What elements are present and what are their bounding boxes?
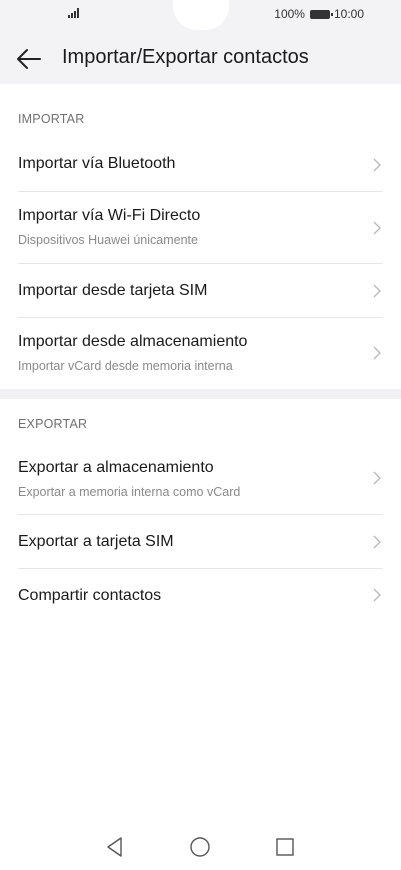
row-export-storage[interactable]: Exportar a almacenamiento Exportar a mem… [0,444,401,515]
app-header: Importar/Exportar contactos [0,34,401,84]
chevron-right-icon [373,588,381,602]
status-right: 100% 10:00 [274,7,364,21]
chevron-right-icon [373,535,381,549]
chevron-right-icon [373,158,381,172]
chevron-right-icon [373,284,381,298]
row-title: Exportar a almacenamiento [18,459,214,476]
row-share-contacts[interactable]: Compartir contactos [0,569,401,623]
clock: 10:00 [333,7,364,21]
row-import-sim[interactable]: Importar desde tarjeta SIM [0,264,401,317]
chevron-right-icon [373,346,381,360]
signal-icon [68,8,82,18]
section-label-importar: IMPORTAR [18,112,85,126]
square-recents-icon[interactable] [274,836,296,858]
status-bar: 100% 10:00 [0,0,401,34]
section-label-exportar: EXPORTAR [18,417,88,431]
row-import-bluetooth[interactable]: Importar vía Bluetooth [0,138,401,192]
page-title: Importar/Exportar contactos [62,46,309,68]
row-title: Importar vía Wi-Fi Directo [18,207,201,224]
chevron-right-icon [373,221,381,235]
row-import-wifi-direct[interactable]: Importar vía Wi-Fi Directo Dispositivos … [0,192,401,263]
chevron-right-icon [373,471,381,485]
row-title: Exportar a tarjeta SIM [18,533,174,550]
triangle-back-icon[interactable] [104,836,126,858]
section-separator [0,389,401,399]
battery-icon [309,9,333,19]
row-title: Compartir contactos [18,587,162,604]
row-subtitle: Exportar a memoria interna como vCard [18,485,241,499]
arrow-left-icon[interactable] [16,47,42,71]
row-subtitle: Dispositivos Huawei únicamente [18,233,198,247]
row-title: Importar vía Bluetooth [18,155,176,172]
row-subtitle: Importar vCard desde memoria interna [18,359,233,373]
row-import-storage[interactable]: Importar desde almacenamiento Importar v… [0,318,401,389]
row-export-sim[interactable]: Exportar a tarjeta SIM [0,515,401,568]
circle-home-icon[interactable] [189,836,211,858]
camera-notch [173,0,229,30]
system-nav-bar [0,830,401,864]
battery-percent: 100% [274,7,305,21]
row-title: Importar desde tarjeta SIM [18,282,208,299]
row-title: Importar desde almacenamiento [18,333,248,350]
